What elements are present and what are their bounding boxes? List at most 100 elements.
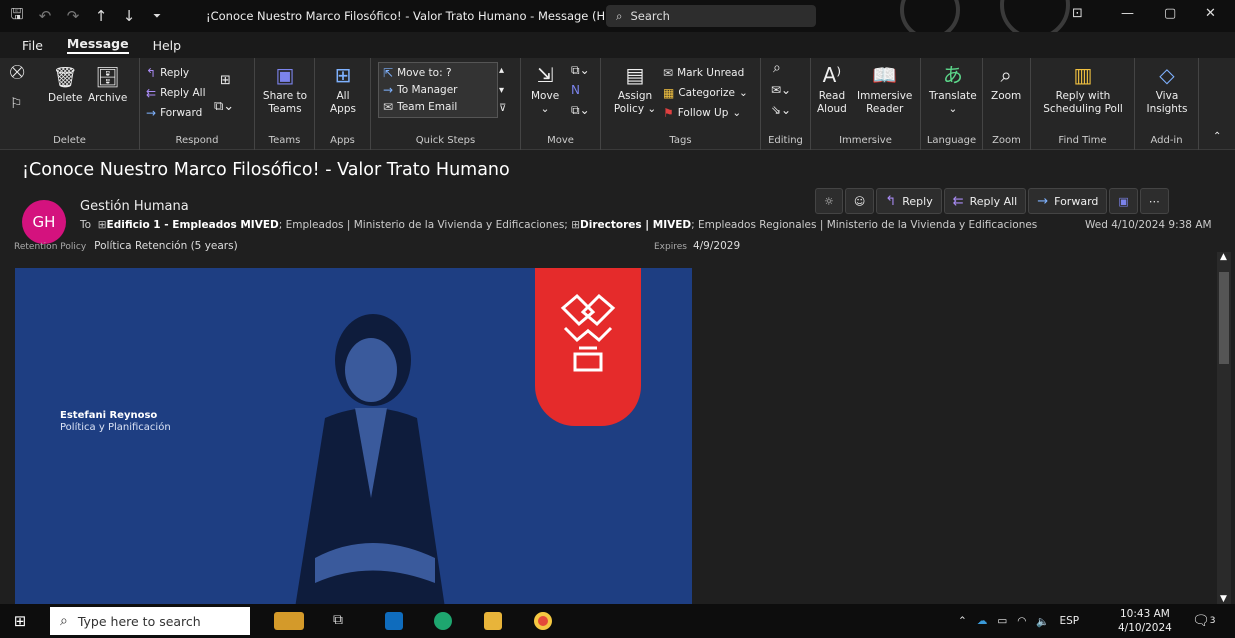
qs-scroll-down-icon[interactable]: ▾ [499,84,504,97]
editing-group-label: Editing [768,135,803,146]
teams-chat-button[interactable]: ▣ [1109,188,1138,214]
forward-button[interactable]: → Forward [1028,188,1108,214]
volume-icon[interactable]: 🔈 [1036,615,1049,628]
onenote-icon[interactable]: N [571,84,580,97]
move-icon: ⇲ [536,63,554,87]
read-aloud-button[interactable]: A⁾ Read Aloud [817,62,847,116]
actions-icon[interactable]: ⧉⌄ [571,104,590,117]
taskbar-search[interactable]: ⌕ Type here to search [50,607,250,635]
ellipsis-icon: ⋯ [1148,194,1160,208]
share-to-teams-button[interactable]: ▣ Share to Teams [259,62,311,116]
minimize-button[interactable]: — [1121,6,1134,21]
related-icon[interactable]: ✉⌄ [771,84,791,97]
start-button[interactable]: ⊞ [0,604,40,638]
reply-all-button[interactable]: ⇇ Reply All [943,188,1027,214]
collapse-ribbon-icon[interactable]: ⌃ [1213,130,1221,143]
task-view-icon[interactable]: ⧉ [333,612,351,630]
viva-insights-icon: ◇ [1159,63,1175,87]
translate-button[interactable]: あ Translate ⌄ [929,62,977,116]
ribbon-reply-button[interactable]: ↰ Reply [146,66,189,80]
work-briefcase-icon[interactable] [274,612,304,630]
reply-with-scheduling-poll-button[interactable]: ▥ Reply with Scheduling Poll [1041,62,1125,116]
edge-browser-icon[interactable] [434,612,452,630]
message-body: Estefani Reynoso Política y Planificació… [0,252,1235,604]
forward-icon: → [1037,193,1049,209]
mark-unread-button[interactable]: ✉ Mark Unread [663,66,744,80]
brightness-button[interactable]: ☼ [815,188,843,214]
qs-to-manager[interactable]: → To Manager [383,83,457,97]
policy-icon: ▤ [625,63,645,87]
all-apps-button[interactable]: ⊞ All Apps [323,62,363,116]
up-arrow-icon[interactable]: ↑ [90,5,112,27]
more-respond-icon[interactable]: ⧉⌄ [214,100,234,113]
system-tray: ⌃ ☁ ▭ ◠ 🔈 ESP [958,604,1079,638]
notification-center[interactable]: 🗨 3 [1192,604,1216,638]
customize-toolbar-icon[interactable]: ⏷ [146,5,168,27]
scroll-thumb[interactable] [1219,272,1229,364]
ignore-icon[interactable]: ⛒ [10,65,24,79]
wifi-icon[interactable]: ◠ [1017,615,1026,627]
apps-group: ⊞ All Apps Apps [315,58,371,150]
zoom-button[interactable]: ⌕ Zoom [991,62,1021,103]
close-button[interactable]: ✕ [1205,6,1216,21]
undo-icon[interactable]: ↶ [34,5,56,27]
battery-icon[interactable]: ▭ [997,615,1007,627]
ribbon-reply-all-button[interactable]: ⇇ Reply All [146,86,206,100]
retention-policy: Retention Policy Política Retención (5 ye… [14,240,238,252]
quick-steps-gallery: ⇱ Move to: ? → To Manager ✉ Team Email [378,62,498,118]
sender-name[interactable]: Gestión Humana [80,199,189,214]
menu-file[interactable]: File [22,38,43,53]
teams-icon: ▣ [1118,194,1129,208]
apps-grid-icon: ⊞ [334,63,352,87]
categorize-button[interactable]: ▦ Categorize ⌄ [663,86,748,100]
reply-button[interactable]: ↰ Reply [876,188,942,214]
redo-icon[interactable]: ↷ [62,5,84,27]
smiley-icon: ☺ [853,194,866,208]
expires-info: Expires 4/9/2029 [654,240,741,252]
apps-group-label: Apps [330,135,355,146]
menu-help[interactable]: Help [153,38,182,53]
move-group: ⇲ Move ⌄ ⧉⌄ N ⧉⌄ Move [521,58,601,150]
qs-scroll-up-icon[interactable]: ▴ [499,64,504,77]
meeting-icon[interactable]: ⊞ [220,74,231,87]
viva-insights-button[interactable]: ◇ Viva Insights [1145,62,1189,116]
qs-expand-icon[interactable]: ⊽ [499,102,506,115]
language-indicator[interactable]: ESP [1059,615,1079,627]
qs-move-to[interactable]: ⇱ Move to: ? [383,66,452,80]
reaction-button[interactable]: ☺ [844,188,875,214]
immersive-group: A⁾ Read Aloud 📖 Immersive Reader Immersive [811,58,921,150]
more-actions-button[interactable]: ⋯ [1139,188,1169,214]
chrome-browser-icon[interactable] [534,612,552,630]
ribbon-forward-button[interactable]: → Forward [146,106,202,120]
immersive-group-label: Immersive [839,135,892,146]
delete-button[interactable]: 🗑 Delete [48,64,83,105]
flag-icon: ⚑ [663,106,674,120]
immersive-reader-button[interactable]: 📖 Immersive Reader [857,62,912,116]
find-icon[interactable]: ⌕ [773,61,781,75]
rules-icon[interactable]: ⧉⌄ [571,64,590,77]
save-icon[interactable]: 🖫 [6,5,28,27]
report-icon[interactable]: ⚐ [10,97,23,111]
show-hidden-icons[interactable]: ⌃ [958,615,967,627]
onedrive-icon[interactable]: ☁ [977,615,988,627]
clock-date: 4/10/2024 [1118,622,1172,634]
maximize-button[interactable]: ▢ [1164,6,1176,21]
zoom-group: ⌕ Zoom Zoom [983,58,1031,150]
follow-up-button[interactable]: ⚑ Follow Up ⌄ [663,106,741,120]
avatar[interactable]: GH [22,200,66,244]
menu-message[interactable]: Message [66,36,129,54]
search-box[interactable]: ⌕ Search [606,5,816,27]
down-arrow-icon[interactable]: ↓ [118,5,140,27]
file-explorer-icon[interactable] [484,612,502,630]
reply-all-icon: ⇇ [146,86,157,100]
person-name: Estefani Reynoso [60,410,158,421]
qs-team-email[interactable]: ✉ Team Email [383,100,457,114]
outlook-app-icon[interactable] [385,612,403,630]
vertical-scrollbar[interactable]: ▲ ▼ [1217,252,1231,604]
ribbon-display-icon[interactable]: ⊡ [1072,6,1083,21]
archive-button[interactable]: 🗄 Archive [88,64,127,105]
assign-policy-button[interactable]: ▤ Assign Policy ⌄ [609,62,661,116]
clock[interactable]: 10:43 AM 4/10/2024 [1118,607,1172,635]
move-button[interactable]: ⇲ Move ⌄ [531,62,559,116]
select-icon[interactable]: ⇘⌄ [771,104,791,117]
